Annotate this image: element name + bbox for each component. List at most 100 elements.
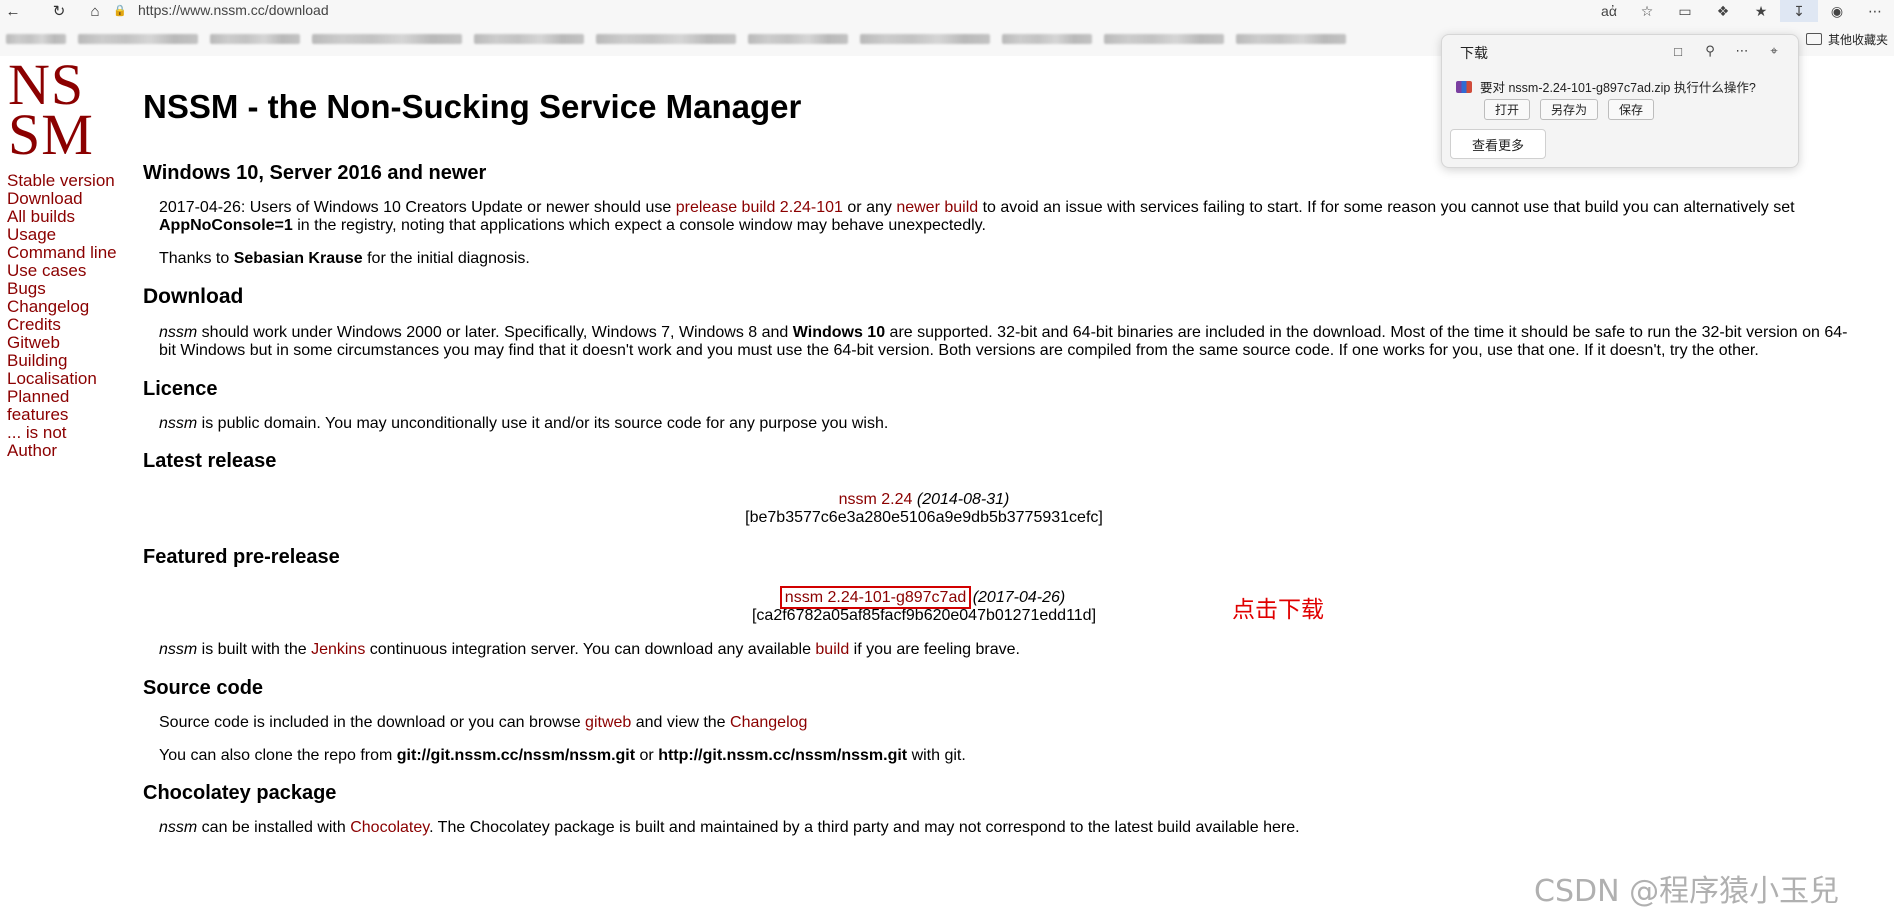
nssm-logo: NS SM (8, 56, 98, 167)
build-link[interactable]: build (815, 641, 849, 658)
bookmark-item[interactable] (748, 34, 848, 44)
source-paragraph-1: Source code is included in the download … (143, 714, 1863, 732)
open-button[interactable]: 打开 (1484, 99, 1531, 120)
refresh-icon[interactable]: ↻ (46, 0, 72, 22)
folder-icon (1805, 33, 1822, 45)
chocolatey-link[interactable]: Chocolatey (350, 819, 429, 836)
extensions-icon[interactable]: ❖ (1704, 0, 1742, 22)
download-paragraph: nssm should work under Windows 2000 or l… (143, 324, 1863, 360)
open-folder-icon[interactable]: □ (1668, 41, 1688, 61)
text: and view the (631, 714, 731, 731)
read-aloud-icon[interactable]: aἀ (1590, 0, 1628, 22)
bookmark-item[interactable] (210, 34, 300, 44)
newer-build-link[interactable]: newer build (896, 199, 978, 216)
sidebar-item-bugs[interactable]: Bugs (7, 280, 137, 298)
git-url: git://git.nssm.cc/nssm/nssm.git (396, 747, 636, 764)
gitweb-link[interactable]: gitweb (585, 714, 631, 731)
click-to-download-annotation: 点击下载 (1232, 597, 1324, 623)
more-options-icon[interactable]: ⋯ (1732, 41, 1752, 61)
home-icon[interactable]: ⌂ (82, 0, 108, 22)
text: or (635, 747, 659, 764)
sidebar-item-is-not[interactable]: ... is not (7, 424, 137, 442)
sidebar-item-usage[interactable]: Usage (7, 226, 137, 244)
text: to avoid an issue with services failing … (978, 199, 1795, 216)
avatar[interactable]: ◉ (1818, 0, 1856, 22)
text: Source code is included in the download … (159, 714, 586, 731)
latest-release-hash: [be7b3577c6e3a280e5106a9e9db5b3775931cef… (745, 509, 1103, 526)
browser-toolbar: ← ↻ ⌂ 🔒 https://www.nssm.cc/download aἀ … (0, 0, 1894, 22)
bookmark-item[interactable] (474, 34, 584, 44)
win10-paragraph: 2017-04-26: Users of Windows 10 Creators… (143, 199, 1863, 235)
nssm-em: nssm (159, 641, 198, 658)
download-popup-title: 下载 (1460, 45, 1488, 61)
sidebar-item-changelog[interactable]: Changelog (7, 298, 137, 316)
bookmark-item[interactable] (312, 34, 462, 44)
source-paragraph-2: You can also clone the repo from git://g… (143, 747, 1863, 765)
chocolatey-paragraph: nssm can be installed with Chocolatey. T… (143, 819, 1863, 837)
download-popup: 下载 □ ⚲ ⋯ ⌖ 要对 nssm-2.24-101-g897c7ad.zip… (1441, 34, 1799, 168)
sidebar-item-stable-version[interactable]: Stable version (7, 172, 137, 190)
licence-paragraph: nssm is public domain. You may unconditi… (143, 415, 1863, 433)
featured-release-date: (2017-04-26) (972, 589, 1066, 606)
bookmark-item[interactable] (860, 34, 990, 44)
more-menu-icon[interactable]: ⋯ (1856, 0, 1894, 22)
other-bookmarks-label: 其他收藏夹 (1827, 32, 1888, 47)
url-text: https://www.nssm.cc/download (138, 2, 329, 18)
sidebar-item-planned-features[interactable]: Planned features (7, 388, 77, 424)
sidebar-item-use-cases[interactable]: Use cases (7, 262, 137, 280)
sidebar-item-credits[interactable]: Credits (7, 316, 137, 334)
save-as-button[interactable]: 另存为 (1540, 99, 1599, 120)
featured-release-block: nssm 2.24-101-g897c7ad (2017-04-26) [ca2… (143, 586, 1705, 625)
sidebar-item-building[interactable]: Building (7, 352, 137, 370)
save-button[interactable]: 保存 (1608, 99, 1655, 120)
logo-line-2: SM (8, 102, 94, 167)
pin-icon[interactable]: ⌖ (1764, 41, 1784, 61)
csdn-watermark: CSDN @程序猿小玉兒 (1534, 874, 1840, 909)
heading-featured-prerelease: Featured pre-release (143, 546, 340, 568)
featured-release-hash: [ca2f6782a05af85facf9b620e047b01271edd11… (751, 607, 1097, 624)
jenkins-link[interactable]: Jenkins (311, 641, 365, 658)
heading-source-code: Source code (143, 677, 264, 699)
changelog-link[interactable]: Changelog (730, 714, 807, 731)
bookmark-item[interactable] (596, 34, 736, 44)
text: or any (842, 199, 897, 216)
windows10-bold: Windows 10 (792, 324, 886, 341)
sidebar-item-gitweb[interactable]: Gitweb (7, 334, 137, 352)
bookmark-item[interactable] (1002, 34, 1092, 44)
text: with git. (907, 747, 966, 764)
bookmark-item[interactable] (1236, 34, 1346, 44)
address-bar[interactable]: 🔒 https://www.nssm.cc/download (112, 0, 1612, 20)
heading-licence: Licence (143, 378, 218, 400)
sidebar-item-author[interactable]: Author (7, 442, 137, 460)
text: can be installed with (197, 819, 351, 836)
latest-release-date: (2014-08-31) (916, 491, 1010, 508)
text: . The Chocolatey package is built and ma… (429, 819, 1300, 836)
downloads-icon[interactable]: ↧ (1780, 0, 1818, 22)
download-item: 要对 nssm-2.24-101-g897c7ad.zip 执行什么操作? (1456, 77, 1756, 96)
other-bookmarks[interactable]: 其他收藏夹 (1805, 22, 1888, 56)
latest-release-link[interactable]: nssm 2.24 (839, 491, 913, 508)
sidebar-item-localisation[interactable]: Localisation (7, 370, 137, 388)
favorite-star-icon[interactable]: ☆ (1628, 0, 1666, 22)
thanks-paragraph: Thanks to Sebasian Krause for the initia… (143, 250, 1863, 268)
sidebar-item-command-line[interactable]: Command line (7, 244, 137, 262)
text: should work under Windows 2000 or later.… (197, 324, 793, 341)
contributor-name: Sebasian Krause (233, 250, 363, 267)
featured-release-link[interactable]: nssm 2.24-101-g897c7ad (779, 586, 972, 609)
back-icon[interactable]: ← (0, 0, 26, 22)
bookmark-item[interactable] (6, 34, 66, 44)
favorites-list-icon[interactable]: ★ (1742, 0, 1780, 22)
registry-setting: AppNoConsole=1 (159, 217, 293, 234)
main-content: NSSM - the Non-Sucking Service Manager W… (143, 82, 1863, 837)
split-screen-icon[interactable]: ▭ (1666, 0, 1704, 22)
bookmark-item[interactable] (1104, 34, 1224, 44)
bookmark-item[interactable] (78, 34, 198, 44)
search-icon[interactable]: ⚲ (1700, 41, 1720, 61)
see-more-button[interactable]: 查看更多 (1450, 129, 1546, 159)
sidebar-item-download[interactable]: Download (7, 190, 137, 208)
nssm-em: nssm (159, 415, 198, 432)
prerelease-build-link[interactable]: prelease build 2.24-101 (676, 199, 843, 216)
latest-release-block: nssm 2.24 (2014-08-31) [be7b3577c6e3a280… (143, 491, 1705, 527)
heading-download: Download (143, 285, 244, 308)
sidebar-item-all-builds[interactable]: All builds (7, 208, 137, 226)
